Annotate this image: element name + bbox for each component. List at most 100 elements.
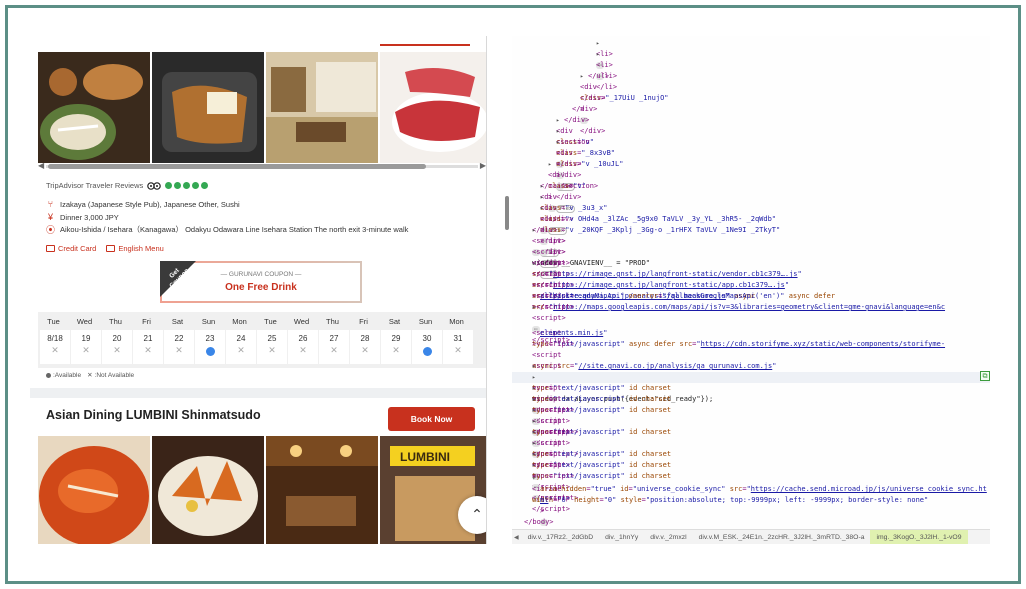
calendar-day-label: 24 — [236, 334, 246, 343]
dom-node[interactable]: ▸ <div class="v _3u3_x" > ⋯ </div> flex — [512, 181, 990, 257]
rating-dots — [165, 182, 209, 189]
listing2-photo-strip[interactable]: LUMBINI — [38, 436, 486, 544]
photo-strip-scrollbar[interactable]: ◀ ▶ — [38, 162, 486, 170]
listing1-category: ⑂ Izakaya (Japanese Style Pub), Japanese… — [46, 199, 240, 209]
dom-node[interactable]: ▸<script type="text/javascript" id chars… — [512, 361, 990, 425]
breadcrumb-item[interactable]: div._1hnYy — [599, 530, 644, 544]
calendar-day[interactable]: 20 ✕ — [102, 330, 132, 364]
breadcrumb-item[interactable]: div.v._17Rz2._2dGbD — [522, 530, 600, 544]
dom-node[interactable]: <script src="https://rimage.gnst.jp/lang… — [512, 258, 990, 300]
listing1-location: ⦿ Aikou-Ishida / Isehara（Kanagawa） Odaky… — [46, 224, 408, 235]
calendar-day[interactable]: 19 ✕ — [71, 330, 101, 364]
dom-node[interactable]: ▸<script type="text/javascript" id chars… — [512, 383, 990, 447]
dom-node[interactable]: ▸ <div class="_17UiU _1nujO" > ⋯ </div> — [512, 71, 990, 135]
copy-icon[interactable]: ⧉ — [980, 371, 990, 381]
devtools-elements-panel[interactable]: ▸ <li> ⋯ </li> ▸ <li> ⋯ </li> </ul> ▸ <div clas… — [512, 36, 990, 544]
dom-node[interactable]: </main> — [512, 170, 990, 190]
calendar-day[interactable]: 22 ✕ — [164, 330, 194, 364]
weekday-label: Tue — [47, 316, 60, 326]
unavailable-x-icon: ✕ — [144, 345, 152, 355]
dom-node[interactable]: ▸ <div class="v" > ⋯ </div> flex — [512, 115, 990, 191]
calendar-day[interactable]: 29 ✕ — [381, 330, 411, 364]
dom-node[interactable]: ▸ <div class="v _20KQF _3Kplj _3Gg-o _1rH… — [512, 203, 990, 279]
dom-node[interactable]: ▸ <noscript> ⋯ </noscript> — [512, 416, 990, 458]
map-pin-icon: ⦿ — [46, 224, 56, 235]
dom-node-hovered[interactable]: ▸ <script type="text/javascript" id chars… — [512, 372, 990, 436]
dom-node[interactable]: ▸<script type="text/javascript" id chars… — [512, 438, 990, 502]
dom-node[interactable]: </div> — [512, 214, 990, 234]
dom-node[interactable]: </div> — [512, 148, 990, 168]
dom-node[interactable]: ▸ <noscript> ⋯ </noscript> — [512, 394, 990, 436]
previous-book-button-edge[interactable] — [380, 36, 470, 46]
rating-dot-4 — [192, 182, 200, 189]
dom-node[interactable]: <script async src="//site.gnavi.co.jp/an… — [512, 339, 990, 381]
calendar-day[interactable]: 23 — [195, 330, 225, 364]
dom-node[interactable]: <script src="//site.gnavi.co.jp/analysis… — [512, 269, 990, 311]
calendar-day[interactable]: 26 ✕ — [288, 330, 318, 364]
scroll-thumb[interactable] — [48, 164, 426, 169]
calendar-day[interactable]: 27 ✕ — [319, 330, 349, 364]
dom-node[interactable]: ▸<script type="text/javascript" id chars… — [512, 449, 990, 513]
dom-node[interactable]: ▸ <noscript> ⋯ </noscript> — [512, 460, 990, 502]
tripadvisor-rating[interactable]: TripAdvisor Traveler Reviews — [46, 181, 209, 190]
pane-resize-handle[interactable] — [505, 196, 509, 230]
dom-node[interactable]: <script src="https://maps.googleapis.com… — [512, 280, 990, 311]
dom-node[interactable]: </div> — [512, 93, 990, 113]
calendar-day[interactable]: 8/18 ✕ — [40, 330, 70, 364]
listing1-photo-3[interactable] — [266, 52, 378, 163]
dom-node[interactable]: ▸ <section class="_8x3vB" > ⋯ </section> — [512, 126, 990, 190]
calendar-day-label: 29 — [391, 334, 401, 343]
breadcrumb-item[interactable]: div.v.M_ESK._24E1n._2zcHR._3J2lH._3mRTD.… — [693, 530, 871, 544]
listing1-photo-4[interactable] — [380, 52, 486, 163]
calendar-day[interactable]: 25 ✕ — [257, 330, 287, 364]
calendar-day[interactable]: 30 — [412, 330, 442, 364]
dom-node[interactable]: ▾ <iframe width="0" height="0" style="pos… — [512, 473, 990, 504]
devtools-breadcrumb-bar[interactable]: ◀ div.v._17Rz2._2dGbD div._1hnYy div.v._2m… — [512, 529, 990, 544]
dom-node[interactable]: <script type="text/javascript" async def… — [512, 317, 990, 348]
listing1-photo-strip[interactable] — [38, 52, 486, 163]
breadcrumb-item[interactable]: img._3KogO._3J2lH._1-vO9 — [870, 530, 968, 544]
listing1-photo-1[interactable] — [38, 52, 150, 163]
dom-node[interactable]: ▸ <li> ⋯ </li> — [512, 49, 990, 91]
dom-node[interactable]: allback=readyMapApi" onerror="fallbackGo… — [512, 291, 990, 311]
dom-node[interactable]: ▸ <li> ⋯ </li> — [512, 38, 990, 80]
listing2-photo-3[interactable] — [266, 436, 378, 544]
dom-node[interactable]: <script> window.__GNAVIENV__ = "PROD" </sc… — [512, 236, 990, 278]
dom-node[interactable]: aria-hidden="true" id="universe_cookie_s… — [512, 484, 990, 495]
calendar-day[interactable]: 24 ✕ — [226, 330, 256, 364]
legend-available: :Available — [53, 371, 82, 379]
breadcrumb-item[interactable]: div.v._2mxzl — [644, 530, 692, 544]
dom-node[interactable]: ml"> ⋯ </iframe> ad — [512, 495, 990, 544]
dom-node[interactable]: ▸ <div class="v" > ⋯ </div> flex — [512, 159, 990, 235]
calendar-day[interactable]: 28 ✕ — [350, 330, 380, 364]
dom-node[interactable]: ▸<script type="text/javascript" id chars… — [512, 427, 990, 491]
scroll-left-arrow-icon[interactable]: ◀ — [38, 162, 44, 170]
breadcrumb-left-arrow-icon[interactable]: ◀ — [512, 534, 522, 541]
dom-node[interactable]: ▸ <script> ⋯ </script> — [512, 225, 990, 267]
calendar-day[interactable]: 31 ✕ — [443, 330, 473, 364]
dom-node[interactable]: ▸ <div class="v OHd4a _3lZAc _5g9x0 TaVLV… — [512, 192, 990, 268]
weekday-label: Mon — [449, 316, 464, 326]
dom-node[interactable]: <script src="https://rimage.gnst.jp/lang… — [512, 247, 990, 289]
dom-node[interactable]: ▸<script type="text/javascript" id chars… — [512, 405, 990, 469]
dom-node[interactable]: ▸ <script> ⋯ </script> — [512, 302, 990, 344]
dom-node[interactable]: ▸ <div class="v _10uJL" > ⋯ </div> flex — [512, 137, 990, 213]
calendar-day-label: 20 — [112, 334, 122, 343]
book-now-button[interactable]: Book Now — [388, 407, 475, 431]
listing2-photo-1[interactable] — [38, 436, 150, 544]
calendar-day[interactable]: 21 ✕ — [133, 330, 163, 364]
dom-node[interactable]: elements.min.js" ></script> — [512, 328, 990, 348]
dom-node[interactable]: <script type="text/javascript" id charse… — [512, 350, 990, 414]
coupon-button[interactable]: Get Coupon — GURUNAVI COUPON — One Free … — [160, 261, 362, 303]
listing2-photo-2[interactable] — [152, 436, 264, 544]
weekday-label: Mon — [232, 316, 247, 326]
listing2-title[interactable]: Asian Dining LUMBINI Shinmatsudo — [46, 408, 261, 422]
dom-node[interactable]: </ul> — [512, 60, 990, 80]
calendar-day-label: 19 — [81, 334, 91, 343]
dom-node[interactable]: </div> — [512, 104, 990, 124]
listing1-photo-2[interactable] — [152, 52, 264, 163]
dom-node[interactable]: </body> — [512, 506, 990, 526]
english-menu-label: English Menu — [118, 244, 164, 253]
dom-node[interactable]: </div> — [512, 82, 990, 102]
dom-node[interactable]: </html> — [512, 517, 990, 537]
